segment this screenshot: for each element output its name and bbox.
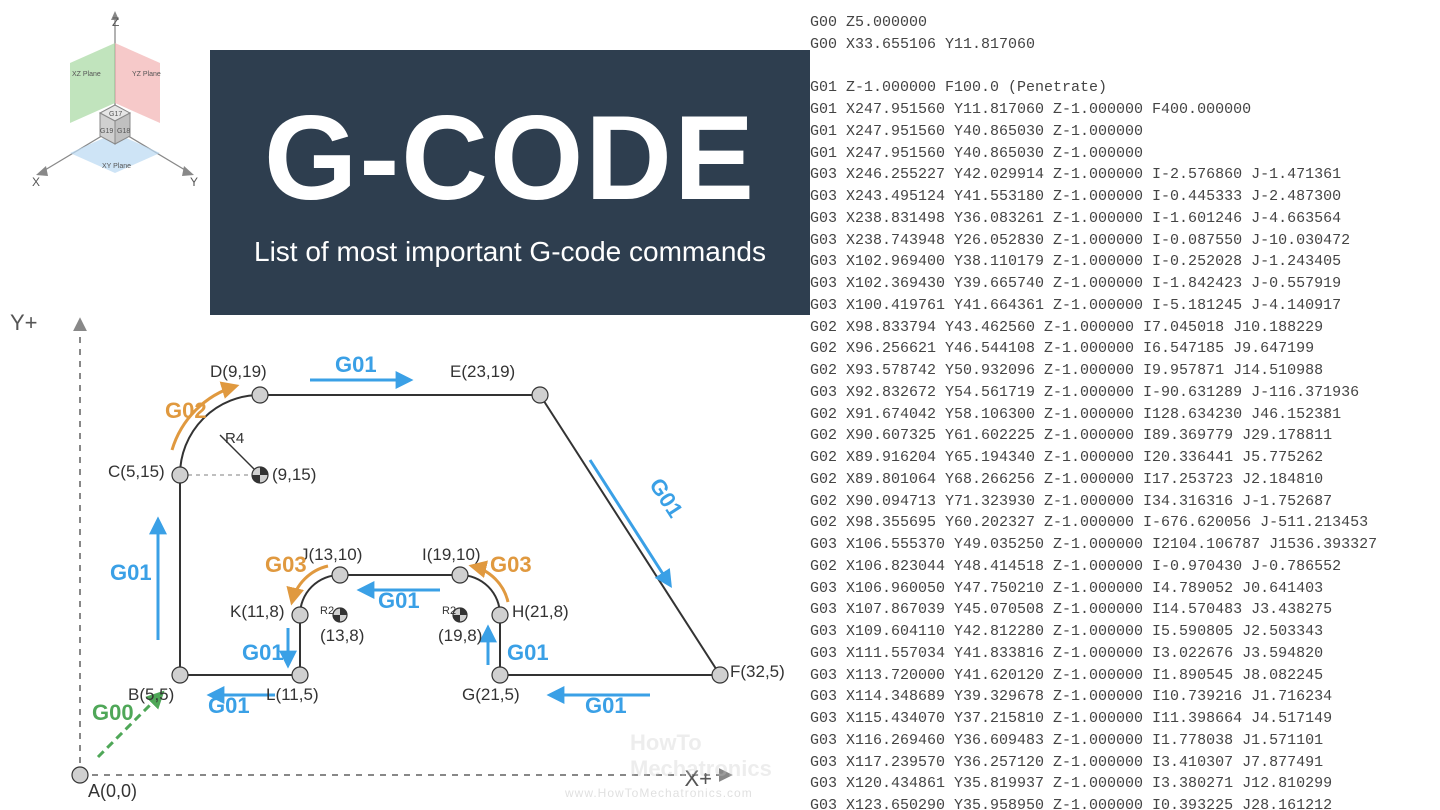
pt-G: G(21,5) (462, 685, 520, 705)
cmd-G01a: G01 (110, 560, 152, 586)
coordinate-plot: Y+ X+ A(0,0) (10, 300, 790, 810)
xz-plane-label: XZ Plane (72, 71, 101, 78)
pt-B: B(5,5) (128, 685, 174, 705)
pt-L: L(11,5) (266, 685, 319, 705)
pt-center3: (19,8) (438, 626, 482, 646)
g17-label: G17 (109, 111, 122, 118)
pt-center1: (9,15) (272, 465, 316, 485)
z-axis-label: Z (112, 15, 119, 29)
origin-label: A(0,0) (88, 781, 137, 802)
cmd-G01b: G01 (335, 352, 377, 378)
stage: G-CODE List of most important G-code com… (0, 0, 1440, 810)
pt-K: K(11,8) (230, 602, 285, 622)
r4-label: R4 (225, 430, 244, 447)
pt-F: F(32,5) (730, 662, 785, 682)
pt-J: J(13,10) (300, 545, 362, 565)
banner-subtitle: List of most important G-code commands (254, 236, 766, 268)
r2b-label: R2 (442, 605, 456, 617)
xy-plane-label: XY Plane (102, 163, 131, 170)
arc-center-R2a (333, 608, 347, 622)
y-axis-label: Y (190, 175, 198, 189)
watermark-url: www.HowToMechatronics.com (565, 786, 753, 800)
gcode-listing: G00 Z5.000000 G00 X33.655106 Y11.817060 … (800, 0, 1440, 810)
pt-I: I(19,10) (422, 545, 481, 565)
cmd-G01h: G01 (208, 693, 250, 719)
x-axis-label: X (32, 175, 40, 189)
cmd-G01d: G01 (585, 693, 627, 719)
pt-center2: (13,8) (320, 626, 364, 646)
g18-label: G18 (117, 128, 130, 135)
banner-title: G-CODE (264, 98, 756, 218)
cmd-G01g: G01 (242, 640, 284, 666)
cmd-G03b: G03 (265, 552, 307, 578)
arc-center-R4 (252, 467, 268, 483)
yz-plane-label: YZ Plane (132, 71, 161, 78)
pt-D: D(9,19) (210, 362, 267, 382)
cmd-G03a: G03 (490, 552, 532, 578)
g19-label: G19 (100, 128, 113, 135)
cmd-G01e: G01 (507, 640, 549, 666)
y-plus-label: Y+ (10, 310, 38, 336)
cmd-G01f: G01 (378, 588, 420, 614)
r2a-label: R2 (320, 605, 334, 617)
cmd-G00: G00 (92, 700, 134, 726)
isometric-axes-diagram: Z X Y XZ Plane YZ Plane XY Plane G17 G18… (20, 8, 210, 198)
isometric-svg: Z X Y XZ Plane YZ Plane XY Plane G17 G18… (20, 8, 210, 198)
pt-E: E(23,19) (450, 362, 515, 382)
cmd-G02: G02 (165, 398, 207, 424)
pt-C: C(5,15) (108, 462, 165, 482)
pt-H: H(21,8) (512, 602, 569, 622)
watermark-logo: HowTo Mechatronics (630, 730, 790, 782)
title-banner: G-CODE List of most important G-code com… (210, 50, 810, 315)
